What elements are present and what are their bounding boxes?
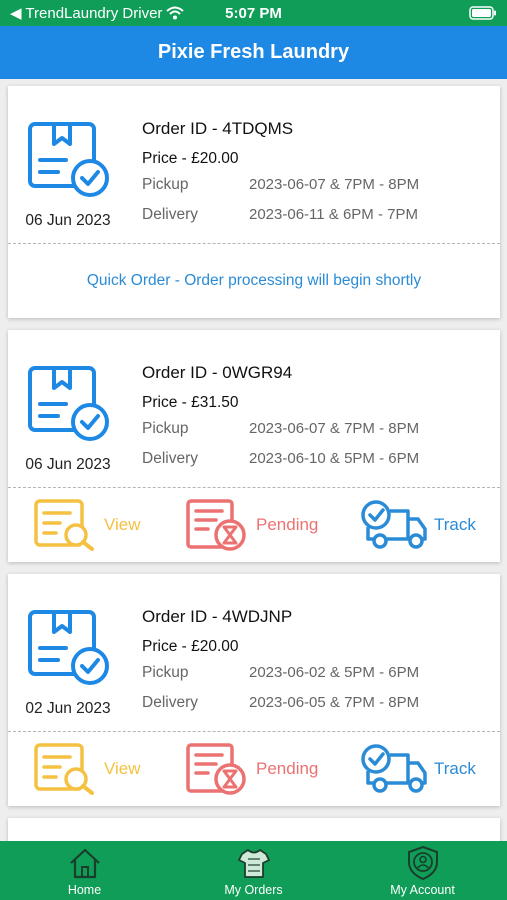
bottom-nav: Home My Orders My Account (0, 841, 507, 900)
delivery-label: Delivery (142, 450, 198, 467)
pending-button[interactable]: Pending (186, 498, 318, 552)
nav-my-account[interactable]: My Account (338, 841, 507, 900)
pickup-value: 2023-06-02 & 5PM - 6PM (249, 664, 420, 681)
home-icon (69, 848, 100, 879)
orders-list[interactable]: 06 Jun 2023 Order ID - 4TDQMS Price - £2… (0, 79, 507, 841)
status-bar: ◀ TrendLaundry Driver 5:07 PM (0, 0, 507, 26)
order-card[interactable]: 06 Jun 2023 Order ID - 0WGR94 Price - £3… (8, 330, 500, 562)
order-date: 06 Jun 2023 (25, 212, 111, 229)
view-document-icon (34, 499, 98, 551)
order-card[interactable] (8, 818, 500, 841)
order-date: 02 Jun 2023 (25, 700, 111, 717)
order-date: 06 Jun 2023 (25, 456, 111, 473)
pending-hourglass-icon (186, 743, 250, 795)
order-card[interactable]: 02 Jun 2023 Order ID - 4WDJNP Price - £2… (8, 574, 500, 806)
track-button[interactable]: Track (360, 498, 476, 552)
order-box-icon (26, 608, 110, 688)
view-document-icon (34, 743, 98, 795)
account-shield-icon (407, 845, 438, 881)
back-app-label: ◀ TrendLaundry Driver (10, 5, 163, 22)
app-header: Pixie Fresh Laundry (0, 26, 507, 79)
order-id: Order ID - 4WDJNP (142, 607, 293, 626)
order-box-icon (26, 120, 110, 200)
view-button[interactable]: View (34, 498, 141, 552)
order-id: Order ID - 0WGR94 (142, 363, 293, 382)
nav-home[interactable]: Home (0, 841, 169, 900)
nav-home-label: Home (67, 883, 102, 897)
pending-hourglass-icon (186, 499, 250, 551)
view-button[interactable]: View (34, 742, 141, 796)
order-actions: View Pending Track (8, 732, 500, 806)
track-button[interactable]: Track (360, 742, 476, 796)
page-title: Pixie Fresh Laundry (157, 41, 350, 63)
pickup-label: Pickup (142, 420, 189, 437)
order-price: Price - £31.50 (142, 394, 239, 411)
order-status-note: Quick Order - Order processing will begi… (86, 272, 422, 289)
view-label: View (104, 515, 141, 534)
order-price: Price - £20.00 (142, 638, 239, 655)
pickup-value: 2023-06-07 & 7PM - 8PM (249, 176, 420, 193)
order-id: Order ID - 4TDQMS (142, 119, 294, 138)
pending-button[interactable]: Pending (186, 742, 318, 796)
delivery-value: 2023-06-11 & 6PM - 7PM (249, 206, 418, 223)
order-card[interactable]: 06 Jun 2023 Order ID - 4TDQMS Price - £2… (8, 86, 500, 318)
order-box-icon (26, 364, 110, 444)
track-label: Track (434, 759, 476, 778)
pickup-label: Pickup (142, 664, 189, 681)
nav-my-orders[interactable]: My Orders (169, 841, 338, 900)
battery-icon (469, 6, 496, 20)
nav-my-account-label: My Account (390, 883, 455, 897)
pickup-value: 2023-06-07 & 7PM - 8PM (249, 420, 420, 437)
back-to-app[interactable]: ◀ TrendLaundry Driver (10, 4, 185, 22)
shirt-icon (237, 849, 270, 878)
delivery-label: Delivery (142, 694, 198, 711)
delivery-truck-icon (360, 499, 428, 551)
nav-my-orders-label: My Orders (224, 883, 283, 897)
delivery-label: Delivery (142, 206, 198, 223)
delivery-truck-icon (360, 743, 428, 795)
track-label: Track (434, 515, 476, 534)
pickup-label: Pickup (142, 176, 189, 193)
order-price: Price - £20.00 (142, 150, 239, 167)
view-label: View (104, 759, 141, 778)
order-actions: View Pending Track (8, 488, 500, 562)
delivery-value: 2023-06-05 & 7PM - 8PM (249, 694, 420, 711)
pending-label: Pending (256, 759, 319, 778)
pending-label: Pending (256, 515, 319, 534)
delivery-value: 2023-06-10 & 5PM - 6PM (249, 450, 420, 467)
wifi-icon (166, 6, 185, 20)
